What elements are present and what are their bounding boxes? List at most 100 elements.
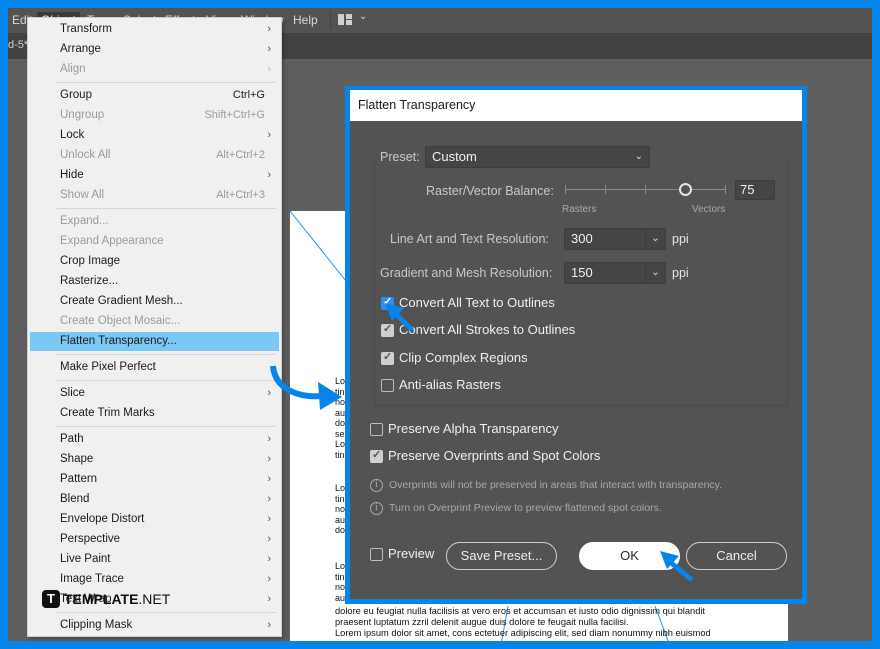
menu-item-expand-appearance[interactable]: Expand Appearance (30, 232, 279, 251)
preset-label: Preset: (380, 150, 420, 164)
menu-item-create-trim-marks[interactable]: Create Trim Marks (30, 404, 279, 423)
screenshot-frame: Edit Object Type Select Effect View Wind… (0, 0, 880, 649)
menu-item-rasterize[interactable]: Rasterize... (30, 272, 279, 291)
menu-item-ungroup[interactable]: Ungroup Shift+Ctrl+G (30, 106, 279, 125)
menu-item-perspective[interactable]: Perspective › (30, 530, 279, 549)
anti-alias-checkbox[interactable] (381, 379, 394, 392)
menu-item-image-trace[interactable]: Image Trace › (30, 570, 279, 589)
chevron-right-icon: › (267, 169, 271, 181)
chevron-right-icon: › (267, 593, 271, 605)
menu-item-label: Create Gradient Mesh... (60, 295, 183, 307)
layout-grid-icon[interactable] (338, 14, 352, 25)
menu-item-expand[interactable]: Expand... (30, 212, 279, 231)
slider-tick (605, 185, 606, 194)
chevron-right-icon: › (267, 533, 271, 545)
slider-tick (565, 185, 566, 194)
info-icon: i (370, 502, 383, 515)
line-art-resolution-select[interactable]: 300 ⌄ (564, 228, 666, 250)
menu-item-shape[interactable]: Shape › (30, 450, 279, 469)
menu-divider (56, 380, 276, 381)
menu-item-label: Pattern (60, 473, 98, 485)
menu-item-label: Flatten Transparency... (60, 335, 177, 347)
flatten-transparency-dialog: Flatten Transparency Preset: Custom ⌄ Ra… (350, 90, 802, 599)
anti-alias-label[interactable]: Anti-alias Rasters (399, 377, 501, 392)
menu-divider (56, 426, 276, 427)
shortcut-label: Alt+Ctrl+3 (216, 189, 265, 201)
gradient-value: 150 (571, 265, 593, 280)
menu-separator (330, 12, 331, 29)
save-preset-button[interactable]: Save Preset... (446, 542, 557, 570)
chevron-down-icon: ⌄ (634, 151, 643, 162)
menu-item-show-all[interactable]: Show All Alt+Ctrl+3 (30, 186, 279, 205)
menu-item-live-paint[interactable]: Live Paint › (30, 550, 279, 569)
preserve-overprints-checkbox[interactable]: ✓ (370, 449, 383, 463)
menu-item-label: Shape (60, 453, 94, 465)
menu-item-path[interactable]: Path › (30, 430, 279, 449)
balance-label: Raster/Vector Balance: (426, 184, 554, 198)
menu-item-group[interactable]: Group Ctrl+G (30, 86, 279, 105)
dialog-title: Flatten Transparency (350, 90, 802, 121)
ppi-unit: ppi (672, 266, 689, 280)
preserve-alpha-checkbox[interactable] (370, 423, 383, 436)
menu-item-label: Create Object Mosaic... (60, 315, 181, 327)
menu-divider (56, 82, 276, 83)
brand-name: TEMPLATE.NET (64, 591, 171, 607)
menu-item-make-pixel-perfect[interactable]: Make Pixel Perfect (30, 358, 279, 377)
menu-help[interactable]: Help (289, 12, 322, 29)
chevron-right-icon: › (267, 453, 271, 465)
chevron-right-icon: › (267, 129, 271, 141)
menu-item-slice[interactable]: Slice › (30, 384, 279, 403)
shortcut-label: Shift+Ctrl+G (204, 109, 265, 121)
template-logo-icon: T (42, 590, 60, 608)
menu-item-label: Ungroup (60, 109, 105, 121)
menu-divider (56, 208, 276, 209)
clip-complex-label[interactable]: Clip Complex Regions (399, 350, 528, 365)
gradient-resolution-select[interactable]: 150 ⌄ (564, 262, 666, 284)
menu-item-label: Transform (60, 23, 112, 35)
menu-item-label: Arrange (60, 43, 101, 55)
ok-button[interactable]: OK (579, 542, 680, 570)
menu-item-envelope-distort[interactable]: Envelope Distort › (30, 510, 279, 529)
menu-item-align[interactable]: Align › (30, 60, 279, 79)
menu-item-pattern[interactable]: Pattern › (30, 470, 279, 489)
balance-slider-thumb[interactable] (678, 183, 692, 196)
convert-text-label[interactable]: Convert All Text to Outlines (399, 295, 555, 310)
menu-item-lock[interactable]: Lock › (30, 126, 279, 145)
slider-tick (725, 185, 726, 194)
chevron-right-icon: › (267, 493, 271, 505)
menu-item-transform[interactable]: Transform › (30, 20, 279, 39)
menu-item-label: Clipping Mask (60, 619, 133, 631)
line-art-label: Line Art and Text Resolution: (390, 232, 549, 246)
menu-item-label: Blend (60, 493, 90, 505)
menu-item-hide[interactable]: Hide › (30, 166, 279, 185)
menu-item-label: Slice (60, 387, 85, 399)
line-art-value: 300 (571, 231, 593, 246)
preview-label[interactable]: Preview (388, 546, 434, 561)
menu-item-unlock-all[interactable]: Unlock All Alt+Ctrl+2 (30, 146, 279, 165)
dialog-highlight-frame: Flatten Transparency Preset: Custom ⌄ Ra… (345, 86, 807, 604)
menu-item-flatten-transparency[interactable]: Flatten Transparency... (30, 332, 279, 351)
convert-strokes-checkbox[interactable]: ✓ (381, 323, 394, 337)
chevron-right-icon: › (267, 23, 271, 35)
convert-strokes-label[interactable]: Convert All Strokes to Outlines (399, 322, 575, 337)
menu-divider (56, 354, 276, 355)
preview-checkbox[interactable] (370, 548, 383, 561)
balance-value-input[interactable]: 75 (735, 180, 775, 200)
chevron-down-icon[interactable]: ⌄ (359, 11, 367, 22)
menu-item-blend[interactable]: Blend › (30, 490, 279, 509)
cancel-button[interactable]: Cancel (686, 542, 787, 570)
menu-item-crop-image[interactable]: Crop Image (30, 252, 279, 271)
slider-tick (645, 185, 646, 194)
preserve-alpha-label[interactable]: Preserve Alpha Transparency (388, 421, 559, 436)
convert-text-checkbox[interactable]: ✓ (381, 296, 394, 310)
preserve-overprints-label[interactable]: Preserve Overprints and Spot Colors (388, 448, 600, 463)
menu-item-clipping-mask[interactable]: Clipping Mask › (30, 616, 279, 635)
clip-complex-checkbox[interactable]: ✓ (381, 351, 394, 365)
menu-item-create-gradient-mesh[interactable]: Create Gradient Mesh... (30, 292, 279, 311)
checkmark-icon: ✓ (372, 449, 382, 461)
menu-item-arrange[interactable]: Arrange › (30, 40, 279, 59)
preset-select[interactable]: Custom ⌄ (425, 146, 650, 168)
menu-item-label: Expand Appearance (60, 235, 164, 247)
info-icon: i (370, 479, 383, 492)
menu-item-create-object-mosaic[interactable]: Create Object Mosaic... (30, 312, 279, 331)
